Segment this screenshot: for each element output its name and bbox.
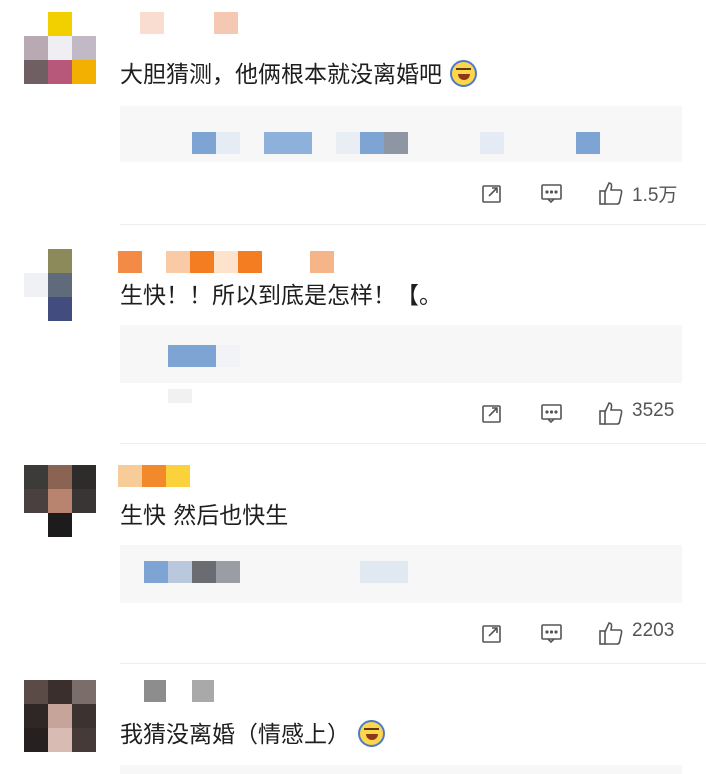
comment-text: 生快 然后也快生	[120, 501, 288, 531]
comment-icon[interactable]	[540, 182, 562, 204]
repost-icon[interactable]	[481, 182, 503, 204]
comment-body: 生快 然后也快生	[120, 503, 289, 529]
username-censored[interactable]	[140, 12, 250, 34]
comment-actions: 2203	[0, 618, 706, 648]
comment-item: 大胆猜测，他俩根本就没离婚吧 1.5万	[0, 0, 706, 225]
repost-icon[interactable]	[481, 402, 503, 424]
comment-icon[interactable]	[540, 402, 562, 424]
comment-item: 我猜没离婚（情感上）	[0, 665, 706, 774]
username-censored[interactable]	[118, 251, 378, 273]
laughing-tears-icon	[358, 720, 385, 747]
avatar[interactable]	[24, 465, 96, 537]
comment-text: 我猜没离婚（情感上）	[120, 720, 385, 750]
username-censored[interactable]	[144, 680, 224, 702]
comment-text: 生快！！所以到底是怎样！【。	[120, 281, 442, 311]
comment-item: 生快！！所以到底是怎样！【。 3525	[0, 225, 706, 445]
quoted-reply-box[interactable]	[120, 325, 682, 403]
quoted-reply-box[interactable]	[120, 765, 682, 774]
comment-text: 大胆猜测，他俩根本就没离婚吧	[120, 60, 477, 90]
like-count: 3525	[632, 400, 675, 421]
username-censored[interactable]	[118, 465, 198, 487]
comment-icon[interactable]	[540, 622, 562, 644]
comment-body: 我猜没离婚（情感上）	[120, 722, 350, 748]
divider	[120, 663, 706, 664]
avatar[interactable]	[24, 249, 96, 321]
comment-item: 生快 然后也快生 2203	[0, 445, 706, 665]
avatar[interactable]	[24, 680, 96, 752]
laughing-tears-icon	[450, 60, 477, 87]
comment-actions: 1.5万	[0, 178, 706, 208]
quoted-reply-box[interactable]	[120, 545, 682, 603]
divider	[120, 443, 706, 444]
thumbs-up-icon[interactable]	[598, 620, 624, 646]
comment-body: 大胆猜测，他俩根本就没离婚吧	[120, 62, 442, 88]
thumbs-up-icon[interactable]	[598, 180, 624, 206]
like-count: 1.5万	[632, 185, 678, 206]
thumbs-up-icon[interactable]	[598, 400, 624, 426]
quoted-reply-box[interactable]	[120, 106, 682, 162]
repost-icon[interactable]	[481, 622, 503, 644]
comment-body: 生快！！所以到底是怎样！【。	[120, 283, 442, 309]
comment-actions: 3525	[0, 398, 706, 428]
avatar[interactable]	[24, 12, 96, 84]
like-count: 2203	[632, 620, 675, 641]
